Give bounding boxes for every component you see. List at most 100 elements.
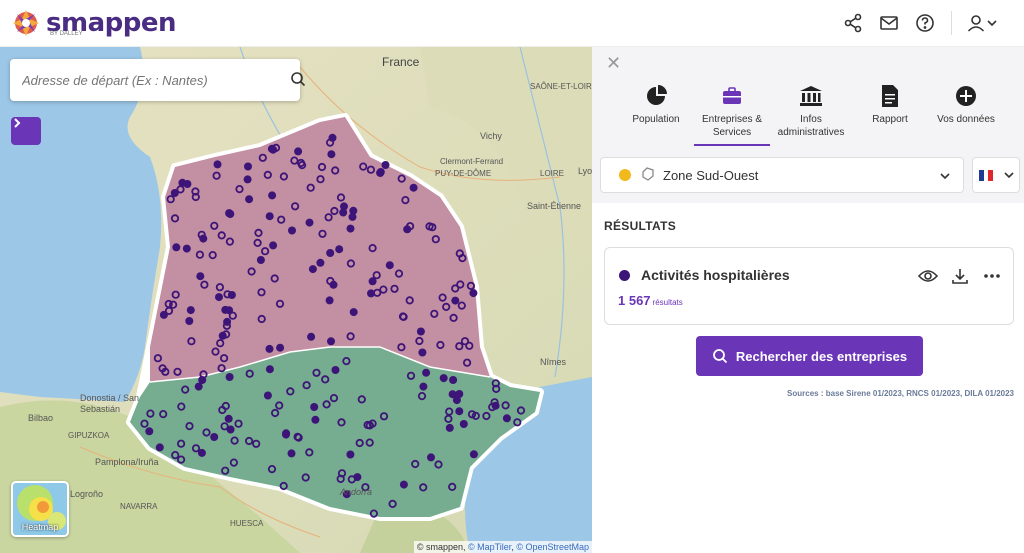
address-search-input[interactable]: [22, 72, 262, 88]
establishment-marker: [210, 433, 219, 441]
establishment-marker: [445, 423, 454, 432]
france-flag-icon: [979, 169, 994, 181]
map-label-lyon: Lyo: [578, 166, 592, 176]
establishment-marker: [145, 427, 154, 436]
panel-tabs: Population Entreprises & Services Infos …: [618, 83, 1004, 146]
tab-vos-donnees[interactable]: Vos données: [928, 83, 1004, 146]
result-color-dot: [619, 270, 630, 281]
close-icon[interactable]: ✕: [606, 53, 621, 74]
tab-infos-administratives[interactable]: Infos administratives: [770, 83, 852, 146]
tab-entreprises[interactable]: Entreprises & Services: [694, 83, 770, 146]
map-label-clermont: Clermont-Ferrand: [440, 157, 504, 166]
zone-label: Zone Sud-Ouest: [663, 167, 759, 183]
establishment-marker: [227, 291, 236, 299]
address-search[interactable]: [10, 59, 306, 101]
maptiler-link[interactable]: © MapTiler: [468, 542, 511, 552]
results-heading: RÉSULTATS: [604, 219, 677, 233]
smappen-logo-icon: [12, 9, 40, 37]
establishment-marker: [265, 212, 274, 221]
establishment-marker: [340, 202, 348, 211]
establishment-marker: [294, 147, 303, 156]
result-card[interactable]: Activités hospitalières 1 567 résultats: [604, 247, 1014, 325]
establishment-marker: [348, 212, 357, 221]
tab-population[interactable]: Population: [618, 83, 694, 146]
zone-select[interactable]: Zone Sud-Ouest: [600, 157, 964, 193]
country-select[interactable]: [972, 157, 1020, 193]
tab-population-label: Population: [632, 114, 680, 125]
establishment-marker: [449, 376, 458, 384]
tab-rapport[interactable]: Rapport: [852, 83, 928, 146]
osm-link[interactable]: © OpenStreetMap: [516, 542, 589, 552]
mail-icon[interactable]: [871, 5, 907, 41]
establishment-marker: [469, 450, 478, 459]
establishment-marker: [381, 161, 390, 169]
establishment-marker: [451, 296, 460, 305]
tab-vos-donnees-label: Vos données: [937, 114, 995, 125]
header-divider: [951, 11, 952, 35]
establishment-marker: [422, 368, 431, 377]
attribution-smappen: © smappen,: [416, 542, 468, 552]
top-bar: smappen BY DALLEY: [0, 0, 1024, 47]
establishment-marker: [349, 308, 358, 317]
establishment-marker: [308, 265, 317, 274]
search-companies-button[interactable]: Rechercher des entreprises: [696, 336, 923, 376]
result-count-value: 1 567: [618, 293, 651, 308]
tab-entreprises-label: Entreprises & Services: [701, 114, 763, 138]
establishment-marker: [327, 150, 336, 159]
establishment-marker: [331, 366, 340, 374]
establishment-marker: [269, 145, 278, 154]
establishment-marker: [256, 256, 265, 264]
app-byline: BY DALLEY: [50, 31, 83, 37]
map-label-andorra: Andorra: [340, 487, 373, 497]
establishment-marker: [185, 317, 194, 325]
more-options-icon[interactable]: [981, 266, 1003, 286]
establishment-marker: [276, 343, 285, 352]
result-count: 1 567 résultats: [618, 293, 683, 308]
tab-rapport-label: Rapport: [872, 114, 908, 125]
expand-panel-button[interactable]: [11, 117, 41, 145]
map-label-saint-etienne: Saint-Étienne: [527, 201, 582, 211]
map-canvas: [0, 47, 592, 553]
map-label-donostia: Donostia / San Sebastián: [80, 393, 140, 414]
establishment-marker: [427, 453, 435, 462]
eye-icon[interactable]: [917, 266, 939, 286]
heatmap-toggle[interactable]: Heatmap: [11, 481, 69, 537]
download-icon[interactable]: [949, 266, 971, 286]
establishment-marker: [311, 415, 320, 424]
pie-chart-icon: [645, 83, 667, 109]
zone-color-dot: [619, 169, 631, 181]
establishment-marker: [307, 332, 316, 341]
result-title: Activités hospitalières: [641, 267, 790, 283]
establishment-marker: [268, 191, 277, 200]
map-label-bilbao: Bilbao: [28, 413, 54, 423]
establishment-marker: [213, 160, 222, 169]
establishment-marker: [225, 373, 234, 381]
map-attribution: © smappen, © MapTiler, © OpenStreetMap: [413, 541, 592, 553]
help-icon[interactable]: [907, 5, 943, 41]
establishment-marker: [155, 443, 164, 452]
establishment-marker: [183, 180, 192, 188]
establishment-marker: [459, 420, 468, 428]
map-label-navarra: NAVARRA: [120, 502, 158, 511]
map-label-nimes: Nîmes: [540, 357, 567, 367]
establishment-marker: [244, 162, 252, 171]
heatmap-label: Heatmap: [21, 522, 59, 532]
briefcase-icon: [721, 83, 743, 109]
establishment-marker: [409, 183, 418, 192]
establishment-marker: [353, 473, 362, 482]
establishment-marker: [215, 293, 223, 302]
establishment-marker: [439, 374, 448, 383]
share-icon[interactable]: [835, 5, 871, 41]
establishment-marker: [385, 261, 394, 270]
app-logo[interactable]: smappen BY DALLEY: [12, 8, 176, 38]
map-view[interactable]: France SAÔNE-ET-LOIRE Vichy Clermont-Fer…: [0, 47, 592, 553]
establishment-marker: [196, 272, 205, 281]
establishment-marker: [418, 348, 427, 357]
establishment-marker: [182, 244, 191, 253]
establishment-marker: [243, 175, 252, 184]
establishment-marker: [288, 226, 296, 235]
establishment-marker: [416, 327, 425, 336]
map-label-saone: SAÔNE-ET-LOIRE: [530, 82, 592, 91]
map-label-france: France: [382, 55, 420, 69]
user-menu[interactable]: [960, 5, 1004, 41]
